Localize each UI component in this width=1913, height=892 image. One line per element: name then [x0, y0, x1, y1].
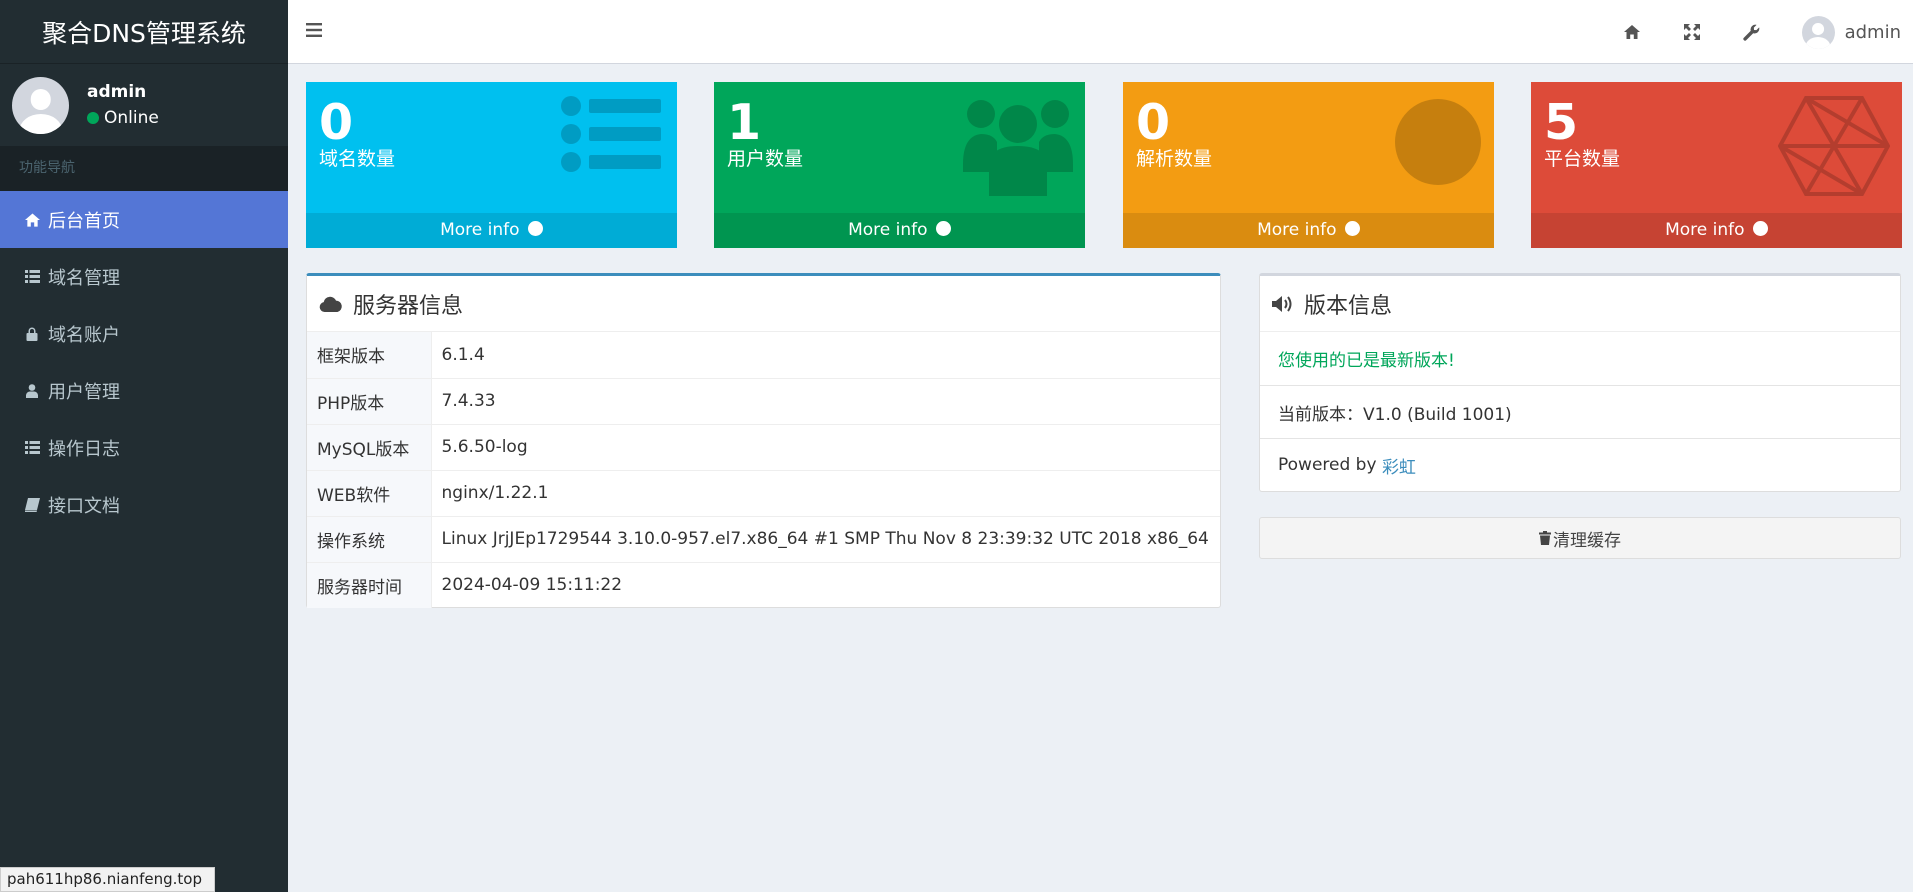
- sidebar-item-label: 域名账户: [48, 324, 120, 346]
- panel-title: 版本信息: [1304, 293, 1393, 319]
- home-icon: [22, 212, 42, 227]
- stat-box-records: 0 解析数量 More info: [1123, 82, 1494, 248]
- stat-label: 平台数量: [1544, 148, 1621, 170]
- latest-version-msg: 您使用的已是最新版本!: [1278, 351, 1455, 371]
- list-icon: [22, 270, 42, 283]
- stat-number: 0: [319, 94, 354, 151]
- server-info-table: 框架版本 6.1.4 PHP版本 7.4.33 MySQL版本 5.6.50-log …: [307, 332, 1220, 608]
- online-status: Online: [87, 108, 159, 128]
- globe-icon: [1395, 99, 1481, 185]
- home-icon[interactable]: [1602, 0, 1662, 64]
- avatar: [12, 76, 69, 134]
- sidebar: 聚合DNS管理系统 admin Online 功能导航 后台首页 域名管理 域名…: [0, 0, 288, 892]
- status-bar-url: pah611hp86.nianfeng.top: [0, 867, 215, 892]
- stat-number: 0: [1136, 94, 1171, 151]
- stat-label: 用户数量: [727, 148, 804, 170]
- table-row: MySQL版本 5.6.50-log: [307, 423, 1220, 470]
- volume-icon: [1272, 295, 1292, 312]
- users-icon: [963, 100, 1073, 196]
- sidebar-item-label: 用户管理: [48, 381, 120, 403]
- powered-by-link[interactable]: 彩虹: [1382, 453, 1416, 478]
- more-info-link[interactable]: More info: [1123, 213, 1494, 248]
- table-row: PHP版本 7.4.33: [307, 377, 1220, 424]
- header-username: admin: [1844, 21, 1901, 43]
- more-info-link[interactable]: More info: [1531, 213, 1902, 248]
- avatar: [1801, 15, 1835, 49]
- cloud-icon: [319, 296, 342, 312]
- sidebar-item-dashboard[interactable]: 后台首页: [0, 191, 288, 248]
- stat-box-users: 1 用户数量 More info: [714, 82, 1085, 248]
- panel-title: 服务器信息: [353, 293, 464, 319]
- fullscreen-icon[interactable]: [1662, 0, 1722, 64]
- panel-header: 服务器信息: [307, 276, 1220, 332]
- nav-header: 功能导航: [0, 146, 288, 191]
- status-dot-icon: [87, 112, 99, 124]
- menu-icon[interactable]: [306, 22, 328, 42]
- powered-by: Powered by 彩虹: [1260, 438, 1900, 491]
- sidebar-item-label: 域名管理: [48, 267, 120, 289]
- arrow-circle-right-icon: [527, 221, 543, 236]
- user-menu[interactable]: admin: [1782, 15, 1901, 49]
- table-row: 框架版本 6.1.4: [307, 332, 1220, 378]
- list-icon: [561, 96, 661, 172]
- sidebar-item-domain-accounts[interactable]: 域名账户: [0, 305, 288, 362]
- sidebar-item-logs[interactable]: 操作日志: [0, 419, 288, 476]
- sidebar-item-label: 后台首页: [48, 210, 120, 232]
- arrow-circle-right-icon: [1752, 221, 1768, 236]
- lock-icon: [22, 327, 42, 341]
- version-info-panel: 版本信息 您使用的已是最新版本! 当前版本：V1.0 (Build 1001) …: [1259, 273, 1901, 492]
- server-info-panel: 服务器信息 框架版本 6.1.4 PHP版本 7.4.33 MySQL版本 5.6.5…: [306, 273, 1221, 608]
- network-icon: [1778, 96, 1890, 196]
- sidebar-item-api-docs[interactable]: 接口文档: [0, 476, 288, 533]
- arrow-circle-right-icon: [1344, 221, 1360, 236]
- user-icon: [22, 383, 42, 398]
- sidebar-item-label: 操作日志: [48, 438, 120, 460]
- current-version: 当前版本：V1.0 (Build 1001): [1260, 385, 1900, 438]
- table-row: 操作系统 Linux JrjJEp1729544 3.10.0-957.el7.x…: [307, 515, 1220, 562]
- table-row: 服务器时间 2024-04-09 15:11:22: [307, 561, 1220, 608]
- stat-number: 5: [1544, 94, 1579, 151]
- stat-label: 域名数量: [319, 148, 396, 170]
- table-row: WEB软件 nginx/1.22.1: [307, 469, 1220, 516]
- more-info-link[interactable]: More info: [306, 213, 677, 248]
- user-panel: admin Online: [0, 64, 288, 146]
- stat-label: 解析数量: [1136, 148, 1213, 170]
- top-header: admin: [288, 0, 1913, 64]
- status-text: Online: [104, 108, 159, 128]
- clear-cache-button[interactable]: 清理缓存: [1259, 517, 1901, 559]
- book-icon: [22, 497, 42, 512]
- list-icon: [22, 441, 42, 454]
- stat-number: 1: [727, 94, 762, 151]
- app-logo[interactable]: 聚合DNS管理系统: [0, 0, 288, 64]
- panel-header: 版本信息: [1260, 276, 1900, 332]
- more-info-link[interactable]: More info: [714, 213, 1085, 248]
- sidebar-item-users[interactable]: 用户管理: [0, 362, 288, 419]
- sidebar-item-label: 接口文档: [48, 495, 120, 517]
- arrow-circle-right-icon: [935, 221, 951, 236]
- wrench-icon[interactable]: [1722, 0, 1782, 64]
- stat-box-platforms: 5 平台数量 More info: [1531, 82, 1902, 248]
- trash-icon: [1539, 531, 1551, 545]
- stat-box-domains: 0 域名数量 More info: [306, 82, 677, 248]
- sidebar-item-domains[interactable]: 域名管理: [0, 248, 288, 305]
- sidebar-username: admin: [87, 82, 147, 102]
